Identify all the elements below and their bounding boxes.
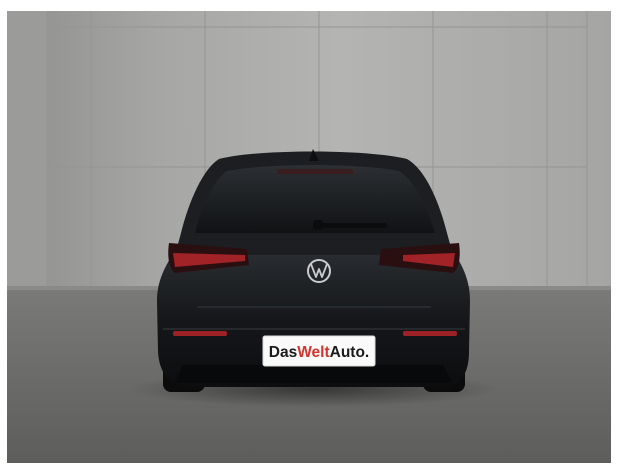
- license-plate: DasWeltAuto.: [262, 335, 376, 367]
- wall-left-pillar: [7, 11, 47, 288]
- car-photo: DasWeltAuto.: [7, 11, 611, 463]
- plate-text: DasWeltAuto.: [269, 344, 370, 361]
- plate-text-welt: Welt: [297, 344, 329, 361]
- right-reflector: [403, 331, 457, 336]
- plate-text-das: Das: [269, 344, 297, 361]
- left-reflector: [173, 331, 227, 336]
- rear-diffuser: [175, 365, 453, 383]
- plate-text-auto: Auto.: [330, 344, 370, 361]
- car-photo-svg: DasWeltAuto.: [7, 11, 611, 463]
- top-brake-light: [277, 169, 353, 174]
